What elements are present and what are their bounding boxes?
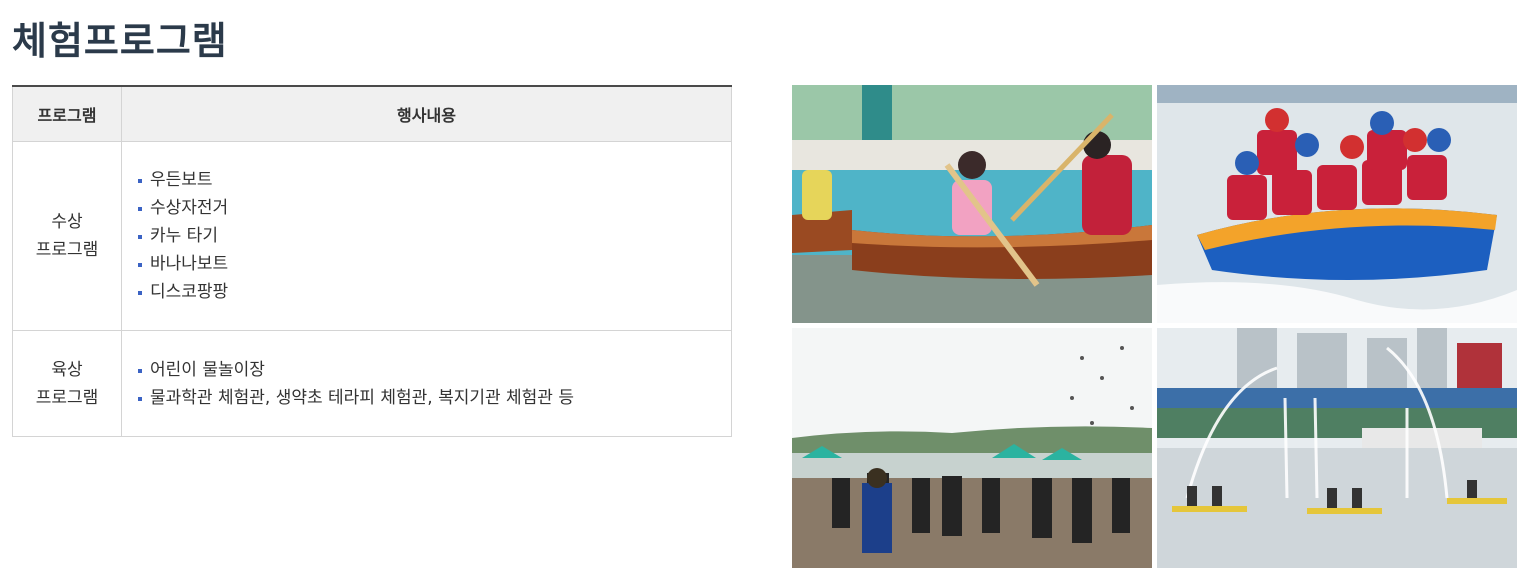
list-item: 디스코팡팡 — [136, 278, 717, 306]
category-label: 수상 — [51, 212, 83, 232]
list-item: 수상자전거 — [136, 194, 717, 222]
list-item: 우든보트 — [136, 166, 717, 194]
category-cell-water: 수상 프로그램 — [12, 141, 122, 331]
category-label: 프로그램 — [35, 387, 99, 408]
category-label: 프로그램 — [35, 240, 99, 260]
list-item: 카누 타기 — [136, 222, 717, 250]
photo-water-play-crowd — [792, 328, 1152, 568]
photo-fountain-river — [1157, 328, 1517, 568]
table-row: 육상 프로그램 어린이 물놀이장 물과학관 체험관, 생약초 테라피 체험관, … — [12, 330, 732, 437]
list-item: 물과학관 체험관, 생약초 테라피 체험관, 복지기관 체험관 등 — [136, 384, 717, 412]
item-list: 우든보트 수상자전거 카누 타기 바나나보트 디스코팡팡 — [136, 166, 717, 306]
table-row: 수상 프로그램 우든보트 수상자전거 카누 타기 바나나보트 디스코팡팡 — [12, 141, 732, 331]
header-program: 프로그램 — [12, 85, 122, 142]
items-cell-land: 어린이 물놀이장 물과학관 체험관, 생약초 테라피 체험관, 복지기관 체험관… — [121, 330, 732, 437]
items-cell-water: 우든보트 수상자전거 카누 타기 바나나보트 디스코팡팡 — [121, 141, 732, 331]
photo-canoe — [792, 85, 1152, 323]
page-title: 체험프로그램 — [12, 19, 228, 63]
category-label: 육상 — [51, 359, 83, 380]
item-list: 어린이 물놀이장 물과학관 체험관, 생약초 테라피 체험관, 복지기관 체험관… — [136, 356, 717, 412]
header-content: 행사내용 — [121, 85, 732, 142]
table-header-row: 프로그램 행사내용 — [12, 85, 732, 142]
list-item: 어린이 물놀이장 — [136, 356, 717, 384]
photo-banana-boat — [1157, 85, 1517, 323]
category-cell-land: 육상 프로그램 — [12, 330, 122, 437]
program-table: 프로그램 행사내용 수상 프로그램 우든보트 수상자전거 카누 타기 바나나보트… — [12, 85, 732, 437]
list-item: 바나나보트 — [136, 250, 717, 278]
